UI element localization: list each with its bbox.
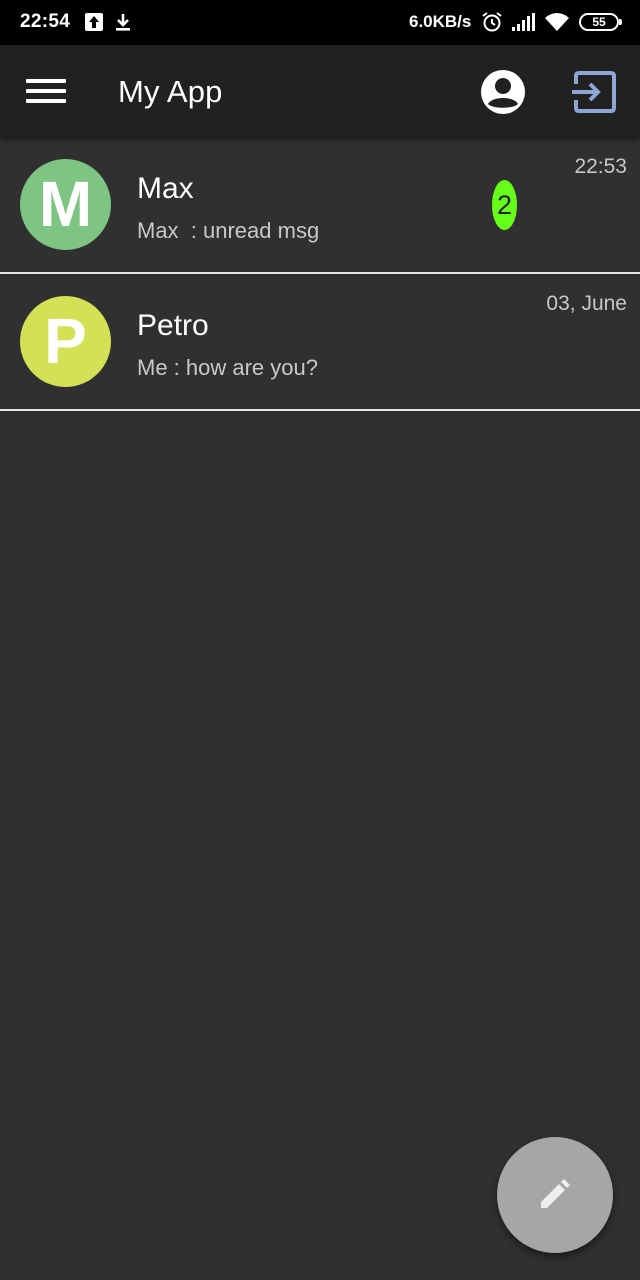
chat-time: 22:53 bbox=[574, 155, 627, 178]
menu-icon bbox=[26, 79, 66, 83]
chat-item-petro[interactable]: P Petro Me : how are you? 03, June bbox=[0, 274, 640, 411]
status-time: 22:54 bbox=[20, 11, 71, 32]
logout-icon bbox=[572, 71, 616, 113]
compose-button[interactable] bbox=[497, 1137, 613, 1253]
app-bar: My App bbox=[0, 45, 640, 137]
avatar: M bbox=[20, 159, 111, 250]
battery-icon: 55 bbox=[579, 13, 622, 31]
app-title: My App bbox=[118, 74, 223, 109]
download-icon bbox=[113, 11, 133, 33]
chat-time: 03, June bbox=[546, 292, 627, 315]
menu-icon-line bbox=[26, 99, 66, 103]
chat-preview: Me : how are you? bbox=[137, 355, 318, 380]
profile-button[interactable] bbox=[478, 67, 528, 117]
chat-preview: Max : unread msg bbox=[137, 218, 320, 243]
wifi-icon bbox=[544, 11, 570, 33]
avatar: P bbox=[20, 296, 111, 387]
chat-list: M Max Max : unread msg 22:53 2 P Petro M… bbox=[0, 137, 640, 411]
logout-button[interactable] bbox=[568, 67, 620, 117]
signal-icon bbox=[511, 12, 535, 32]
unread-badge: 2 bbox=[492, 180, 517, 230]
menu-button[interactable] bbox=[16, 67, 74, 115]
chat-name: Max bbox=[137, 172, 194, 205]
edit-icon bbox=[541, 1179, 570, 1208]
alarm-icon bbox=[481, 11, 503, 33]
chat-name: Petro bbox=[137, 309, 209, 342]
upload-icon bbox=[85, 13, 103, 31]
screen: 22:54 6.0KB/s 55 My App M Max Max: unre… bbox=[0, 0, 640, 1280]
network-speed: 6.0KB/s bbox=[409, 12, 472, 31]
status-bar: 22:54 6.0KB/s 55 bbox=[0, 0, 640, 45]
chat-item-max[interactable]: M Max Max : unread msg 22:53 2 bbox=[0, 137, 640, 274]
account-circle-icon bbox=[481, 70, 525, 114]
menu-icon-line bbox=[26, 89, 66, 93]
